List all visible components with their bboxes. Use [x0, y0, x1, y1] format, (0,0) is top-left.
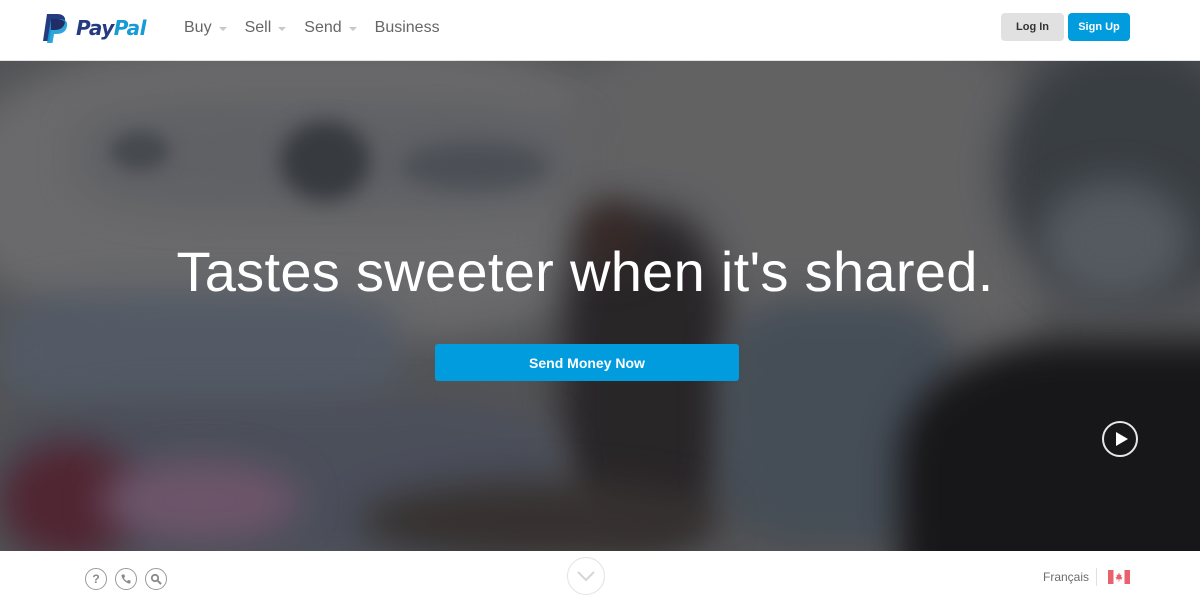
chevron-down-icon [348, 27, 357, 31]
play-icon [1116, 432, 1128, 446]
language-link-francais[interactable]: Français [1043, 570, 1089, 584]
nav-item-label: Sell [244, 19, 272, 36]
help-glyph: ? [92, 572, 100, 586]
help-icon[interactable]: ? [85, 568, 107, 590]
nav-item-label: Send [304, 19, 342, 36]
main-nav: Buy Sell Send Business [184, 0, 458, 56]
chevron-down-icon [278, 27, 287, 31]
search-icon[interactable] [145, 568, 167, 590]
phone-icon[interactable] [115, 568, 137, 590]
hero-headline: Tastes sweeter when it's shared. [176, 240, 994, 303]
nav-item-business[interactable]: Business [375, 19, 440, 37]
footer-divider [1096, 568, 1097, 586]
login-button[interactable]: Log In [1001, 13, 1064, 41]
paypal-wordmark: PayPal [76, 16, 147, 40]
wordmark-pay: Pay [76, 16, 114, 40]
nav-item-label: Buy [184, 19, 212, 36]
magnifier-glyph [150, 573, 162, 585]
canada-flag-icon[interactable] [1108, 570, 1130, 584]
signup-button[interactable]: Sign Up [1068, 13, 1130, 41]
play-video-button[interactable] [1102, 421, 1138, 457]
paypal-p-icon [43, 14, 68, 43]
site-footer: ? Français [0, 551, 1200, 600]
wordmark-pal: Pal [113, 16, 147, 40]
send-money-now-button[interactable]: Send Money Now [435, 344, 739, 381]
chevron-down-icon [218, 27, 227, 31]
site-header: PayPal Buy Sell Send Business Log In Sig… [0, 0, 1200, 61]
nav-item-send[interactable]: Send [304, 19, 357, 37]
hero-banner: Tastes sweeter when it's shared. Send Mo… [0, 61, 1200, 551]
chevron-down-icon [577, 571, 595, 582]
paypal-logo[interactable]: PayPal [42, 12, 147, 44]
hero-overlay [0, 61, 1200, 551]
nav-item-sell[interactable]: Sell [245, 19, 287, 37]
scroll-down-button[interactable] [567, 557, 605, 595]
nav-item-label: Business [374, 19, 440, 36]
nav-item-buy[interactable]: Buy [184, 19, 227, 37]
phone-glyph [121, 574, 131, 584]
